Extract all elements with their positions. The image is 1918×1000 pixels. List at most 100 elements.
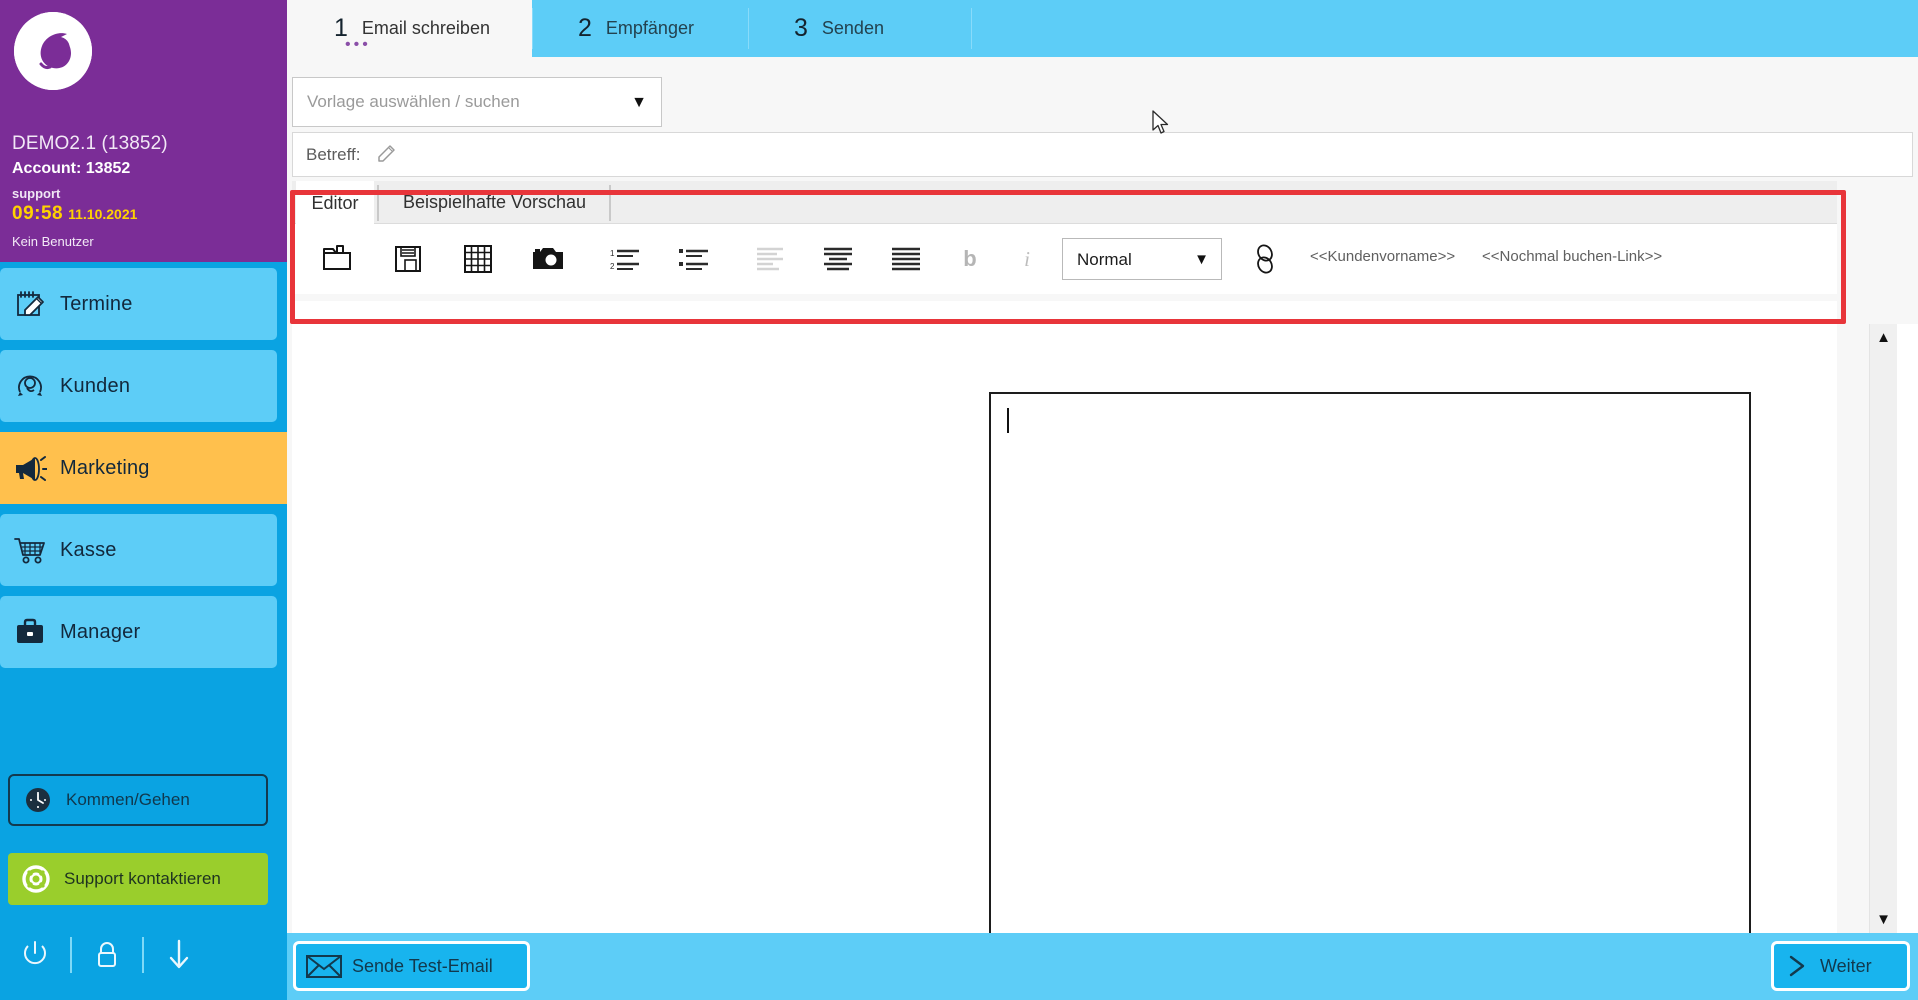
template-select[interactable]: Vorlage auswählen / suchen ▼ [292, 77, 662, 127]
current-date: 11.10.2021 [68, 206, 138, 222]
scroll-down-arrow[interactable]: ▼ [1870, 911, 1897, 928]
tab-preview-label: Beispielhafte Vorschau [402, 192, 587, 212]
tab-progress-dots: ••• [345, 36, 371, 53]
tab-empfaenger[interactable]: 2 Empfänger [533, 0, 748, 57]
text-style-value: Normal [1077, 250, 1132, 269]
current-user: Kein Benutzer [12, 234, 94, 249]
tab-label: Senden [821, 18, 884, 38]
account-number: Account: 13852 [12, 160, 131, 177]
clock-display: 09:58 11.10.2021 [12, 203, 137, 225]
sidebar-item-label: Termine [60, 292, 133, 315]
sidebar-item-kunden[interactable]: Kunden [0, 350, 277, 422]
scroll-gutter [1896, 324, 1918, 933]
kommen-gehen-button[interactable]: Kommen/Gehen [8, 774, 268, 826]
tab-label: Empfänger [605, 18, 694, 38]
text-caret [1007, 408, 1009, 433]
editor-tabbar: Editor Beispielhafte Vorschau [292, 181, 1837, 224]
account-name: DEMO2.1 (13852) [12, 133, 168, 154]
send-test-email-label: Sende Test-Email [352, 955, 493, 976]
clock-icon [10, 785, 66, 815]
align-left-icon[interactable] [744, 224, 796, 294]
pencil-icon[interactable] [376, 144, 396, 169]
editor-toolbar: 1 2 b i Normal ▼ <<Kundenvorname>> <<Noc… [292, 224, 1837, 294]
sidebar-nav: Termine Kunden Marketing Kasse Manager [0, 268, 287, 678]
chevron-down-icon: ▼ [631, 94, 647, 111]
tab-editor-label: Editor [311, 192, 359, 213]
weiter-label: Weiter [1820, 955, 1872, 976]
support-kontaktieren-label: Support kontaktieren [64, 869, 221, 888]
sidebar-account-header: DEMO2.1 (13852) Account: 13852 support 0… [0, 0, 287, 262]
arrow-down-icon[interactable] [144, 937, 214, 973]
power-icon[interactable] [0, 938, 70, 972]
text-style-select[interactable]: Normal ▼ [1062, 238, 1222, 280]
editor-tab-divider [609, 185, 611, 221]
camera-image-icon[interactable] [522, 224, 574, 294]
weiter-button[interactable]: Weiter [1771, 941, 1910, 991]
shopping-cart-icon [0, 534, 60, 566]
align-center-icon[interactable] [812, 224, 864, 294]
token-kundenvorname-label: <<Kundenvorname>> [1310, 248, 1456, 265]
template-select-placeholder: Vorlage auswählen / suchen [307, 92, 520, 111]
tab-senden[interactable]: 3 Senden [749, 0, 971, 57]
envelope-icon [296, 953, 352, 979]
sidebar-item-label: Manager [60, 620, 141, 643]
subject-field[interactable]: Betreff: [292, 132, 1913, 177]
chevron-right-icon [1774, 953, 1820, 979]
kommen-gehen-label: Kommen/Gehen [66, 790, 190, 809]
action-bar: Sende Test-Email Weiter [287, 933, 1918, 1000]
current-time: 09:58 [12, 203, 64, 224]
tab-beispielhafte-vorschau[interactable]: Beispielhafte Vorschau [382, 181, 607, 224]
bold-label: b [963, 246, 977, 271]
sidebar-item-manager[interactable]: Manager [0, 596, 277, 668]
token-kundenvorname[interactable]: <<Kundenvorname>> [1310, 248, 1455, 265]
svg-text:1: 1 [610, 249, 615, 258]
save-floppy-icon[interactable] [382, 224, 434, 294]
sidebar-item-label: Kunden [60, 374, 131, 397]
sidebar-item-marketing[interactable]: Marketing [0, 432, 287, 504]
sidebar-item-label: Kasse [60, 538, 117, 561]
main-content: Vorlage auswählen / suchen ▼ Betreff: Ed… [287, 57, 1918, 984]
link-chain-icon[interactable] [1242, 224, 1288, 294]
vertical-scrollbar[interactable]: ▲ ▼ [1869, 324, 1897, 933]
tab-number: 2 [578, 14, 592, 42]
lock-icon[interactable] [72, 938, 142, 972]
email-body-editor[interactable] [989, 392, 1751, 984]
briefcase-icon [0, 616, 60, 648]
editor-tab-divider [377, 185, 379, 221]
sidebar-item-label: Marketing [60, 456, 150, 479]
table-grid-icon[interactable] [452, 224, 504, 294]
tab-number: 3 [794, 14, 808, 42]
svg-text:2: 2 [610, 262, 615, 271]
megaphone-icon [0, 452, 60, 484]
open-folder-icon[interactable] [312, 224, 364, 294]
sidebar-item-termine[interactable]: Termine [0, 268, 277, 340]
editor-body-area [292, 301, 1837, 984]
customers-icon [0, 370, 60, 402]
italic-icon[interactable]: i [1004, 224, 1050, 294]
unordered-list-icon[interactable] [668, 224, 720, 294]
align-right-icon[interactable] [880, 224, 932, 294]
token-nochmal-buchen-link[interactable]: <<Nochmal buchen-Link>> [1482, 248, 1662, 265]
tab-email-schreiben[interactable]: 1 Email schreiben ••• [287, 0, 532, 57]
account-role: support [12, 186, 61, 201]
wizard-tabbar: 1 Email schreiben ••• 2 Empfänger 3 Send… [287, 0, 1918, 57]
scroll-up-arrow[interactable]: ▲ [1870, 329, 1897, 346]
application-window: DEMO2.1 (13852) Account: 13852 support 0… [0, 0, 1918, 1000]
ordered-list-icon[interactable]: 1 2 [599, 224, 651, 294]
tab-editor[interactable]: Editor [296, 181, 374, 224]
calendar-edit-icon [0, 288, 60, 320]
send-test-email-button[interactable]: Sende Test-Email [293, 941, 530, 991]
tab-label: Email schreiben [361, 18, 490, 38]
sidebar-footer-icons [0, 920, 287, 990]
italic-label: i [1024, 246, 1030, 271]
support-kontaktieren-button[interactable]: Support kontaktieren [8, 853, 268, 905]
token-nochmal-buchen-label: <<Nochmal buchen-Link>> [1482, 248, 1663, 265]
app-logo [14, 12, 92, 90]
lifebuoy-icon [8, 864, 64, 894]
subject-label: Betreff: [306, 145, 361, 164]
sidebar: DEMO2.1 (13852) Account: 13852 support 0… [0, 0, 287, 1000]
bold-icon[interactable]: b [947, 224, 993, 294]
tab-separator [971, 8, 972, 49]
sidebar-item-kasse[interactable]: Kasse [0, 514, 277, 586]
chevron-down-icon: ▼ [1194, 251, 1209, 268]
